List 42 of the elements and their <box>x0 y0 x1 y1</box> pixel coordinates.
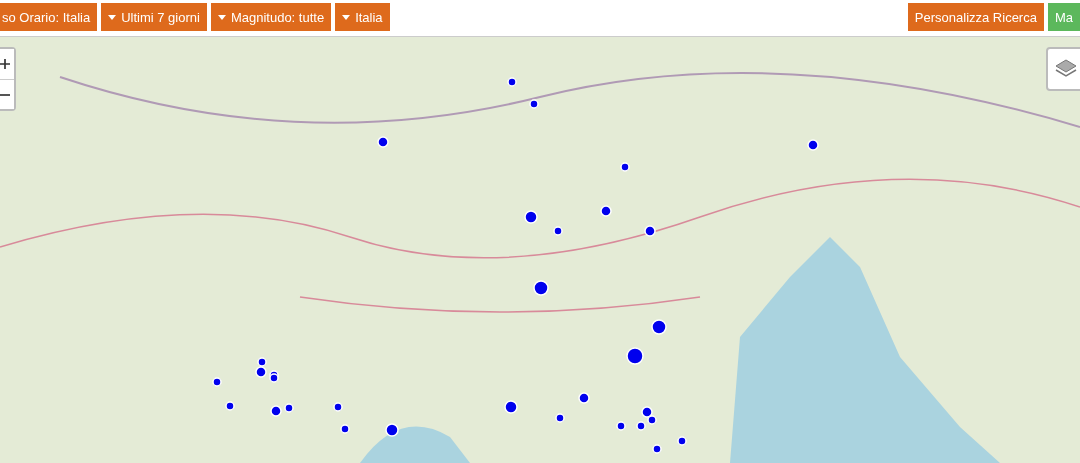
earthquake-marker[interactable] <box>578 392 590 404</box>
earthquake-marker[interactable] <box>647 415 657 425</box>
earthquake-marker[interactable] <box>644 225 656 237</box>
earthquake-marker[interactable] <box>269 373 279 383</box>
layers-button[interactable] <box>1046 47 1080 91</box>
earthquake-marker[interactable] <box>652 444 662 454</box>
earthquake-marker[interactable] <box>225 401 235 411</box>
earthquake-marker[interactable] <box>257 357 267 367</box>
earthquake-marker[interactable] <box>507 77 517 87</box>
earthquake-marker[interactable] <box>385 423 399 437</box>
earthquake-marker[interactable] <box>524 210 538 224</box>
earthquake-marker[interactable] <box>677 436 687 446</box>
filter-dropdown[interactable]: Magnitudo: tutte <box>210 3 332 31</box>
earthquake-marker[interactable] <box>555 413 565 423</box>
earthquake-marker[interactable] <box>340 424 350 434</box>
earthquake-marker[interactable] <box>651 319 667 335</box>
earthquake-marker[interactable] <box>641 406 653 418</box>
filter-dropdown[interactable]: so Orario: Italia <box>0 3 98 31</box>
earthquake-marker[interactable] <box>284 403 294 413</box>
earthquake-marker[interactable] <box>529 99 539 109</box>
earthquake-marker[interactable] <box>807 139 819 151</box>
earthquake-marker[interactable] <box>504 400 518 414</box>
earthquake-marker[interactable] <box>626 347 644 365</box>
earthquake-marker[interactable] <box>333 402 343 412</box>
earthquake-marker[interactable] <box>600 205 612 217</box>
caret-icon <box>217 14 226 20</box>
plus-icon <box>0 59 10 69</box>
earthquake-marker[interactable] <box>377 136 389 148</box>
action-button[interactable]: Ma <box>1047 3 1080 31</box>
earthquake-marker[interactable] <box>553 226 563 236</box>
earthquake-marker[interactable] <box>270 405 282 417</box>
caret-icon <box>342 14 351 20</box>
action-button[interactable]: Personalizza Ricerca <box>907 3 1044 31</box>
earthquake-marker[interactable] <box>616 421 626 431</box>
filter-dropdown[interactable]: Ultimi 7 giorni <box>101 3 207 31</box>
filter-dropdown[interactable]: Italia <box>335 3 390 31</box>
earthquake-marker[interactable] <box>620 162 630 172</box>
earthquake-marker[interactable] <box>255 366 267 378</box>
earthquake-marker[interactable] <box>533 280 549 296</box>
earthquake-marker[interactable] <box>212 377 222 387</box>
earthquake-marker[interactable] <box>636 421 646 431</box>
caret-icon <box>108 14 117 20</box>
